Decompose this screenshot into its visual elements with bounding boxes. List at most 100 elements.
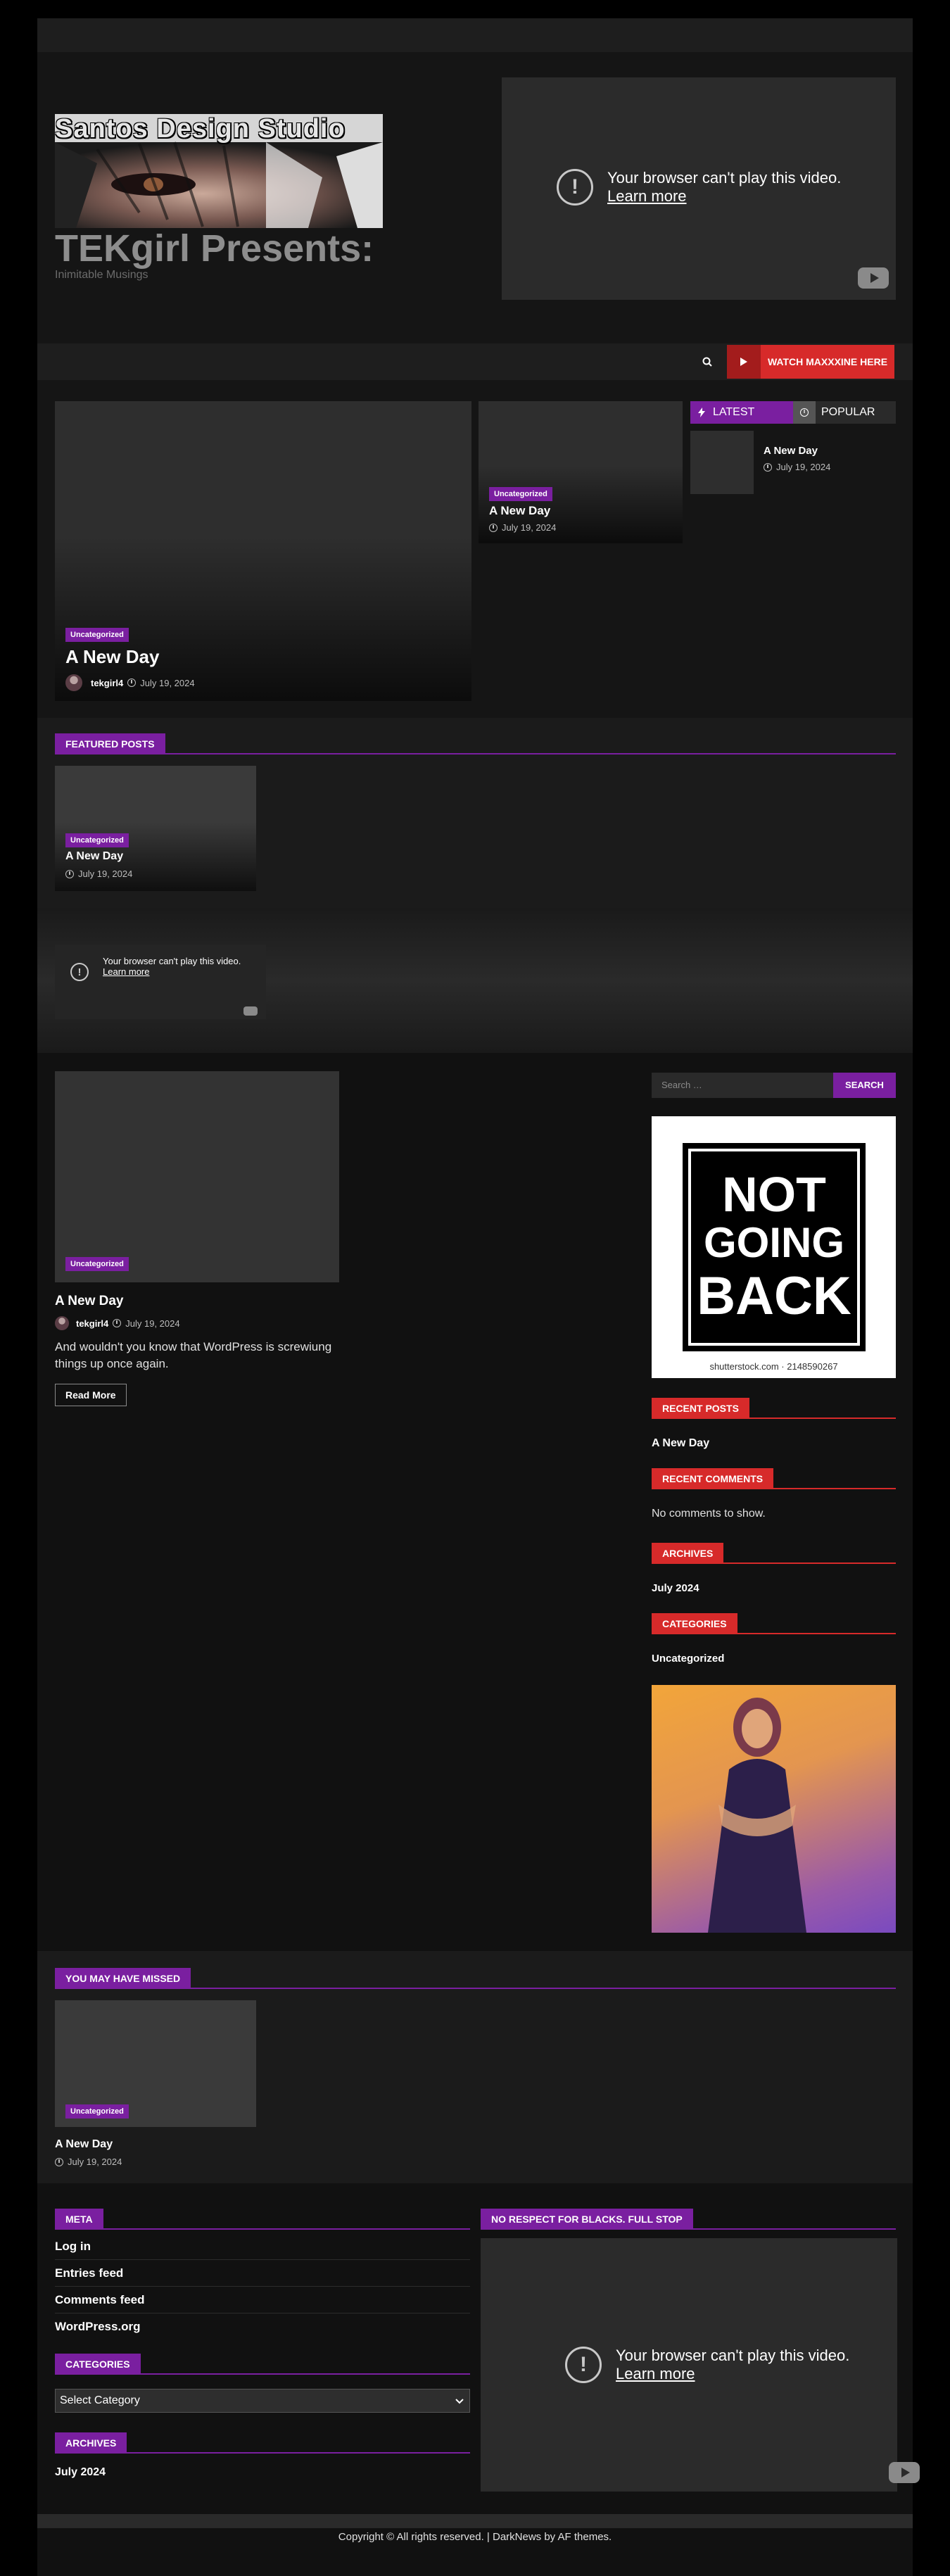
post-date: July 19, 2024 bbox=[68, 2157, 122, 2167]
alert-icon: ! bbox=[565, 2347, 602, 2383]
clock-icon bbox=[489, 523, 498, 532]
login-link[interactable]: Log in bbox=[55, 2240, 91, 2254]
divider bbox=[55, 2373, 470, 2375]
footer-video-player[interactable]: ! Your browser can't play this video. Le… bbox=[481, 2238, 920, 2492]
author-name[interactable]: tekgirl4 bbox=[76, 1318, 108, 1329]
divider bbox=[55, 2259, 470, 2260]
divider bbox=[652, 1633, 896, 1634]
post-meta: July 19, 2024 bbox=[65, 869, 132, 879]
clock-icon bbox=[113, 1319, 122, 1327]
main-post-meta: tekgirl4 July 19, 2024 bbox=[55, 1316, 180, 1330]
featured-post-card[interactable]: Uncategorized A New Day July 19, 2024 bbox=[55, 766, 256, 891]
recent-post-link[interactable]: A New Day bbox=[652, 1437, 709, 1450]
video-error-message: Your browser can't play this video. bbox=[607, 169, 842, 187]
divider bbox=[55, 2286, 470, 2287]
avatar bbox=[65, 674, 82, 691]
header-video-player[interactable]: ! Your browser can't play this video. Le… bbox=[502, 77, 896, 300]
post-title[interactable]: A New Day bbox=[65, 646, 159, 668]
entries-feed-link[interactable]: Entries feed bbox=[55, 2266, 123, 2280]
post-meta: tekgirl4 July 19, 2024 bbox=[65, 674, 195, 691]
divider bbox=[652, 1488, 896, 1489]
alert-icon: ! bbox=[557, 169, 593, 206]
archives-heading: ARCHIVES bbox=[652, 1543, 724, 1564]
archive-link[interactable]: July 2024 bbox=[652, 1582, 699, 1594]
hero-main-post[interactable]: Uncategorized A New Day tekgirl4 July 19… bbox=[55, 401, 471, 701]
category-badge[interactable]: Uncategorized bbox=[65, 628, 129, 642]
clock-icon bbox=[793, 401, 816, 424]
flash-icon bbox=[690, 401, 713, 424]
tab-label: LATEST bbox=[713, 406, 755, 418]
clock-icon bbox=[127, 678, 137, 687]
featured-heading: FEATURED POSTS bbox=[55, 733, 165, 755]
play-icon bbox=[727, 345, 761, 379]
footer-archive-link[interactable]: July 2024 bbox=[55, 2466, 106, 2479]
latest-thumb[interactable] bbox=[690, 431, 754, 494]
footer-video-heading: NO RESPECT FOR BLACKS. FULL STOP bbox=[481, 2209, 693, 2230]
missed-post-image[interactable]: Uncategorized bbox=[55, 2000, 256, 2127]
footer-bar bbox=[37, 2514, 913, 2528]
clock-icon bbox=[55, 2157, 63, 2166]
site-title[interactable]: TEKgirl Presents: bbox=[55, 227, 374, 270]
latest-post-meta: July 19, 2024 bbox=[764, 462, 830, 472]
youtube-icon[interactable] bbox=[889, 2462, 920, 2483]
tab-popular[interactable]: POPULAR bbox=[793, 401, 896, 424]
video-error: ! Your browser can't play this video. Le… bbox=[565, 2347, 849, 2383]
post-tabs: LATEST POPULAR bbox=[690, 401, 896, 424]
ad-caption: shutterstock.com · 2148590267 bbox=[709, 1361, 838, 1372]
read-more-button[interactable]: Read More bbox=[55, 1384, 127, 1406]
logo-text: Santos Design Studio bbox=[55, 114, 346, 144]
missed-post-title[interactable]: A New Day bbox=[55, 2138, 113, 2151]
latest-post-title[interactable]: A New Day bbox=[764, 445, 818, 457]
divider bbox=[481, 2228, 896, 2230]
person-image bbox=[708, 1698, 806, 1933]
learn-more-link[interactable]: Learn more bbox=[103, 966, 243, 977]
main-post-title[interactable]: A New Day bbox=[55, 1294, 124, 1309]
missed-heading: YOU MAY HAVE MISSED bbox=[55, 1968, 191, 1989]
divider bbox=[652, 1562, 896, 1564]
ad-line-3: BACK bbox=[697, 1266, 851, 1326]
sidebar-ad-image[interactable]: NOT GOING BACK shutterstock.com · 214859… bbox=[652, 1116, 896, 1378]
divider bbox=[55, 2228, 470, 2230]
main-post-image[interactable]: Uncategorized bbox=[55, 1071, 339, 1282]
youtube-icon[interactable] bbox=[243, 1006, 258, 1016]
video-error-message: Your browser can't play this video. bbox=[616, 2347, 850, 2364]
ad-line-1: NOT bbox=[722, 1167, 826, 1222]
category-badge[interactable]: Uncategorized bbox=[65, 833, 129, 847]
search-button[interactable]: SEARCH bbox=[833, 1073, 896, 1098]
page: Santos Design Studio TEKgirl Presents: I… bbox=[37, 18, 920, 2576]
main-post-excerpt: And wouldn't you know that WordPress is … bbox=[55, 1340, 332, 1370]
hero-side-post[interactable]: Uncategorized A New Day July 19, 2024 bbox=[479, 401, 683, 543]
post-date: July 19, 2024 bbox=[140, 677, 195, 688]
category-link[interactable]: Uncategorized bbox=[652, 1653, 724, 1665]
search-input[interactable]: Search … bbox=[652, 1073, 833, 1098]
post-title[interactable]: A New Day bbox=[65, 850, 123, 863]
post-title[interactable]: A New Day bbox=[489, 504, 550, 518]
divider bbox=[55, 753, 896, 755]
sidebar-photo[interactable] bbox=[652, 1685, 896, 1933]
tab-latest[interactable]: LATEST bbox=[690, 401, 793, 424]
post-date: July 19, 2024 bbox=[125, 1318, 180, 1329]
category-badge[interactable]: Uncategorized bbox=[489, 487, 552, 501]
mid-video-player[interactable]: ! Your browser can't play this video. Le… bbox=[55, 945, 266, 1019]
wordpress-org-link[interactable]: WordPress.org bbox=[55, 2320, 141, 2334]
category-select[interactable]: Select Category bbox=[55, 2389, 470, 2413]
search-icon[interactable] bbox=[697, 352, 717, 372]
category-badge[interactable]: Uncategorized bbox=[65, 2104, 129, 2119]
tab-label: POPULAR bbox=[821, 406, 875, 418]
youtube-icon[interactable] bbox=[858, 267, 889, 289]
select-value: Select Category bbox=[60, 2394, 140, 2406]
post-date: July 19, 2024 bbox=[78, 869, 133, 879]
category-badge[interactable]: Uncategorized bbox=[65, 1257, 129, 1271]
not-going-back-sign: NOT GOING BACK bbox=[683, 1143, 866, 1351]
categories-heading: CATEGORIES bbox=[652, 1613, 737, 1634]
video-error: ! Your browser can't play this video. Le… bbox=[557, 169, 841, 206]
watch-maxxxine-button[interactable]: WATCH MAXXXINE HERE bbox=[727, 345, 894, 379]
divider bbox=[652, 1418, 896, 1419]
divider bbox=[55, 1988, 896, 1989]
site-logo[interactable]: Santos Design Studio bbox=[55, 114, 383, 228]
learn-more-link[interactable]: Learn more bbox=[607, 187, 841, 206]
clock-icon bbox=[65, 869, 74, 878]
author-name[interactable]: tekgirl4 bbox=[91, 678, 123, 688]
learn-more-link[interactable]: Learn more bbox=[616, 2365, 849, 2383]
comments-feed-link[interactable]: Comments feed bbox=[55, 2293, 145, 2307]
